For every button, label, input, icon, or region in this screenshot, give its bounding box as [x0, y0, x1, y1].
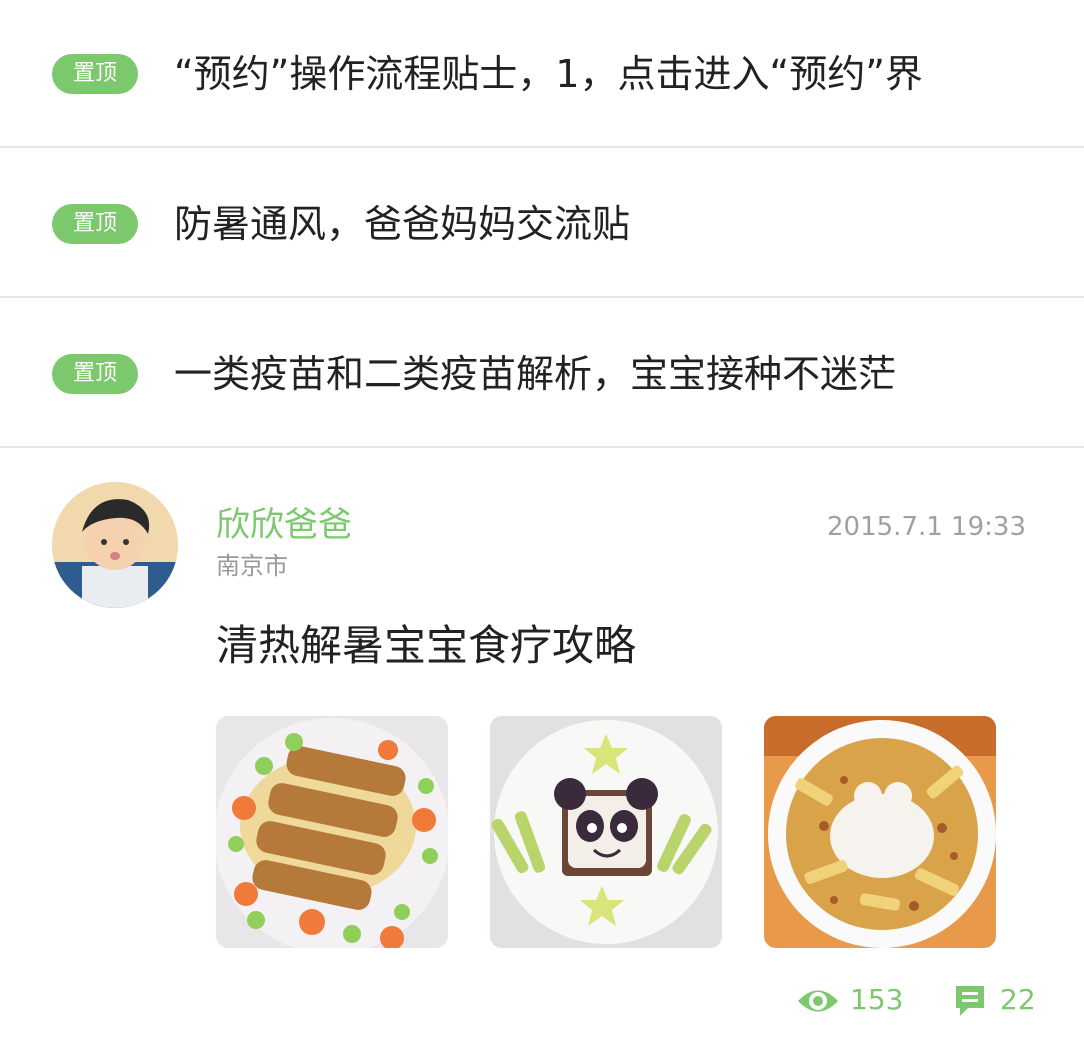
pinned-badge: 置顶 — [52, 54, 138, 94]
comment-count-value: 22 — [1000, 983, 1036, 1016]
cutlet-dish-image — [216, 716, 448, 948]
view-count: 153 — [796, 980, 906, 1020]
pinned-item[interactable]: 置顶 一类疫苗和二类疫苗解析，宝宝接种不迷茫 — [0, 300, 1084, 448]
panda-toast-image — [490, 716, 722, 948]
author-name[interactable]: 欣欣爸爸 — [216, 504, 352, 546]
comment-count[interactable]: 22 — [954, 980, 1044, 1020]
pinned-item[interactable]: 置顶 “预约”操作流程贴士，1，点击进入“预约”界 — [0, 0, 1084, 148]
pinned-badge: 置顶 — [52, 354, 138, 394]
author-location: 南京市 — [216, 552, 288, 580]
post-image[interactable] — [764, 716, 996, 948]
pinned-title: 防暑通风，爸爸妈妈交流贴 — [174, 202, 631, 246]
post-card[interactable]: 欣欣爸爸 南京市 2015.7.1 19:33 清热解暑宝宝食疗攻略 153 2… — [0, 450, 1084, 1044]
pinned-badge: 置顶 — [52, 204, 138, 244]
post-title[interactable]: 清热解暑宝宝食疗攻略 — [216, 618, 636, 674]
post-timestamp: 2015.7.1 19:33 — [827, 512, 1026, 542]
curry-rice-image — [764, 716, 996, 948]
pinned-title: “预约”操作流程贴士，1，点击进入“预约”界 — [174, 52, 923, 96]
pinned-title: 一类疫苗和二类疫苗解析，宝宝接种不迷茫 — [174, 352, 897, 396]
eye-icon — [798, 990, 838, 1012]
pinned-item[interactable]: 置顶 防暑通风，爸爸妈妈交流贴 — [0, 150, 1084, 298]
comment-icon — [956, 986, 984, 1016]
post-image[interactable] — [216, 716, 448, 948]
view-count-value: 153 — [850, 983, 904, 1016]
avatar-image — [52, 482, 178, 608]
avatar[interactable] — [52, 482, 178, 608]
post-image[interactable] — [490, 716, 722, 948]
